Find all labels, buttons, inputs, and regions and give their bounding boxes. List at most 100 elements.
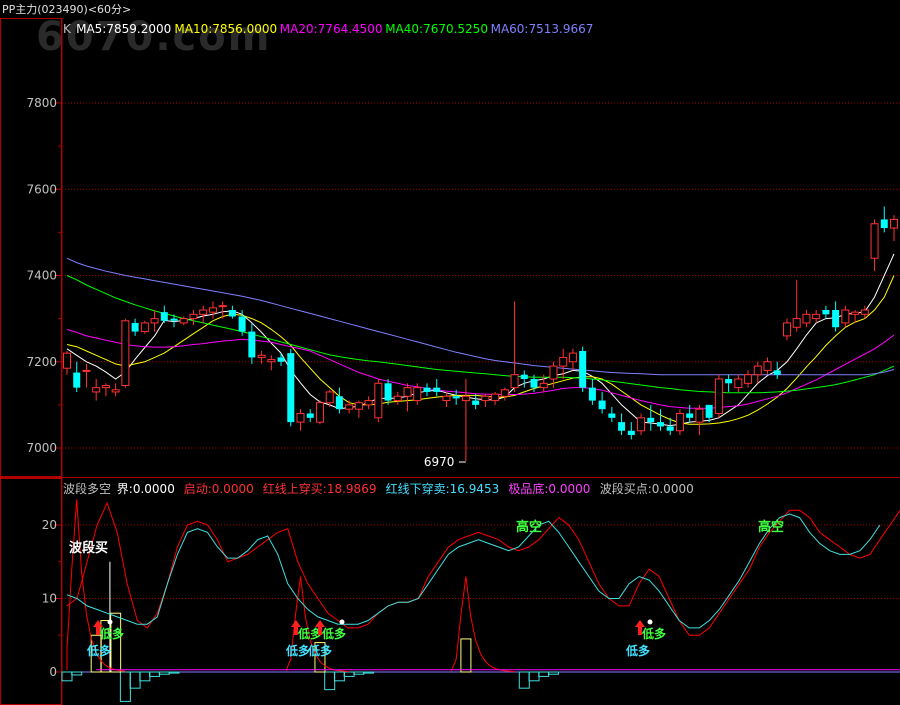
ma-line-ma40: [66, 275, 895, 394]
candle-body: [364, 400, 373, 406]
candle-body: [500, 389, 509, 397]
low-long-label: 低多: [321, 626, 346, 641]
indicator-y-tick-label: 0: [49, 665, 57, 679]
candle-body: [705, 404, 713, 418]
candle-body: [248, 331, 256, 358]
candle-body: [423, 387, 431, 392]
histogram-bar-negative: [119, 671, 131, 702]
candle-body: [491, 393, 500, 402]
candle-body: [267, 359, 276, 363]
candle-body: [101, 384, 110, 389]
histogram-bar-negative: [547, 671, 559, 675]
candle-body: [238, 316, 246, 332]
candle-body: [403, 387, 412, 397]
candle-body: [82, 369, 91, 372]
indicator-legend-item: 红线下穿卖:16.9453: [386, 481, 500, 496]
candle-body: [841, 309, 850, 324]
indicator-legend-item: 波段买点:0.0000: [600, 481, 694, 496]
candle-body: [218, 305, 227, 308]
low-long-label: 低多: [625, 643, 650, 658]
candle-body: [199, 309, 208, 315]
main-legend-item: MA5:7859.2000: [76, 22, 171, 36]
candle-body: [753, 365, 762, 376]
candle-body: [374, 382, 383, 419]
candle-body: [131, 322, 139, 332]
candle-body: [568, 352, 577, 363]
candle-body: [433, 387, 441, 392]
candle-body: [325, 391, 334, 404]
ma-line-ma10: [66, 275, 895, 425]
signal-dot: [339, 619, 345, 625]
candle-body: [549, 365, 558, 380]
candle-body: [870, 223, 879, 259]
candle-body: [530, 379, 538, 388]
low-price-label: 6970: [424, 455, 455, 469]
candle-body: [461, 395, 470, 402]
main-legend-item: MA20:7764.4500: [280, 22, 383, 36]
histogram-bar-negative: [149, 671, 161, 677]
low-long-label: 低多: [99, 626, 124, 641]
histogram-bar-negative: [363, 671, 375, 674]
low-long-label: 低多: [86, 643, 111, 658]
main-legend-item: MA40:7670.5250: [385, 22, 488, 36]
candle-body: [647, 417, 655, 423]
low-long-label: 低多: [307, 643, 332, 658]
histogram-bar-negative: [518, 671, 530, 689]
candle-body: [763, 361, 772, 371]
candle-body: [287, 353, 295, 423]
candle-body: [160, 312, 168, 321]
candle-body: [452, 396, 460, 399]
candle-body: [666, 426, 674, 431]
candle-body: [588, 387, 596, 401]
candle-body: [345, 404, 354, 410]
candle-body: [627, 430, 635, 436]
histogram-bar-negative: [139, 671, 151, 682]
candle-body: [714, 378, 723, 414]
candle-body: [890, 218, 898, 229]
histogram-bar-negative: [71, 671, 83, 676]
candle-body: [520, 374, 528, 379]
histogram-bar-negative: [538, 671, 550, 677]
candle-body: [637, 417, 646, 432]
candle-body: [559, 356, 568, 367]
candle-body: [472, 400, 480, 405]
candle-body: [140, 322, 149, 333]
candle-body: [121, 320, 130, 386]
candle-body: [92, 387, 101, 393]
candle-body: [725, 379, 733, 384]
candle-body: [179, 318, 188, 324]
candle-body: [63, 352, 71, 369]
indicator-legend-item: 启动:0.0000: [184, 482, 254, 496]
candle-body: [296, 413, 305, 423]
histogram-bar-positive: [460, 638, 472, 673]
candle-body: [598, 400, 606, 410]
main-y-tick-label: 7800: [26, 96, 57, 110]
main-y-tick-label: 7400: [26, 269, 57, 283]
candle-body: [257, 354, 266, 358]
indicator-legend-item: 界:0.0000: [117, 482, 175, 496]
candle-body: [860, 309, 869, 315]
candle-body: [335, 396, 343, 410]
candle-body: [812, 313, 821, 320]
candle-body: [773, 370, 781, 375]
main-legend-item: MA10:7856.0000: [174, 22, 277, 36]
indicator-y-tick-label: 20: [42, 518, 57, 532]
candle-body: [393, 395, 402, 402]
candle-body: [608, 413, 616, 418]
main-y-tick-label: 7600: [26, 182, 57, 196]
candle-body: [782, 322, 791, 337]
histogram-bar-negative: [333, 671, 345, 682]
candle-body: [413, 387, 422, 402]
candle-body: [675, 413, 684, 432]
candle-body: [481, 395, 490, 402]
indicator-legend-item: 波段多空: [63, 481, 111, 496]
indicator-legend-item: 极品底:0.0000: [508, 481, 590, 496]
histogram-bar-negative: [343, 671, 355, 677]
main-axis-frame: [0, 18, 62, 477]
histogram-bar-negative: [353, 671, 365, 675]
candle-body: [277, 357, 285, 362]
candle-body: [851, 311, 860, 315]
candle-body: [111, 389, 120, 393]
candle-body: [315, 402, 324, 423]
histogram-bar-negative: [528, 671, 540, 682]
